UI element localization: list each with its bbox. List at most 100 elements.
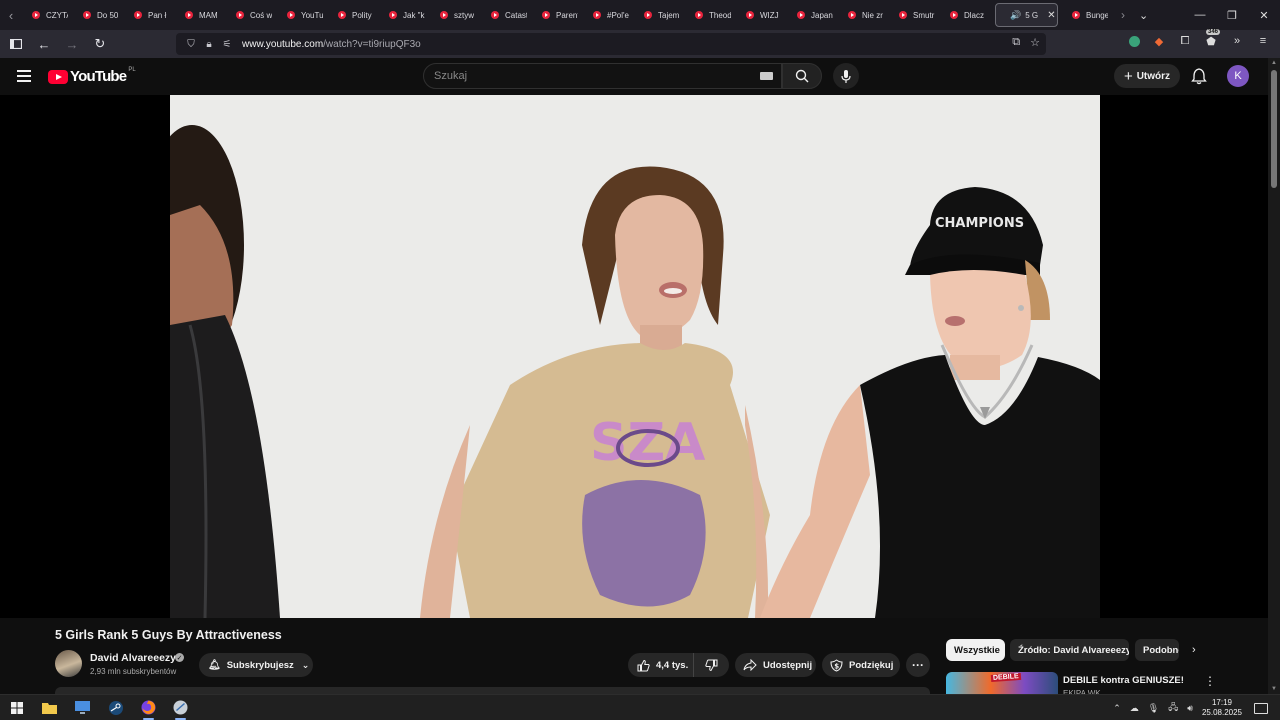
back-icon[interactable]: ← xyxy=(32,32,56,56)
youtube-favicon-icon xyxy=(797,11,805,19)
network-icon[interactable]: 🖧 xyxy=(1168,700,1178,716)
like-button[interactable]: 4,4 tys. xyxy=(628,653,694,677)
browser-tab[interactable]: Theod xyxy=(685,0,736,30)
thanks-button[interactable]: $ Podziękuj xyxy=(822,653,900,677)
extension-globe-icon[interactable] xyxy=(1129,35,1140,47)
browser-tab[interactable]: #Pol'e xyxy=(583,0,634,30)
scrollbar-thumb[interactable] xyxy=(1271,70,1277,188)
browser-tab[interactable]: Nie zr xyxy=(838,0,889,30)
browser-tab[interactable]: Smutr xyxy=(889,0,940,30)
search-button[interactable] xyxy=(782,63,822,89)
recommendation-title[interactable]: DEBILE kontra GENIUSZE! xyxy=(1063,675,1184,686)
browser-tab[interactable]: Coś w xyxy=(226,0,277,30)
share-button[interactable]: Udostępnij xyxy=(735,653,816,677)
extensions-puzzle-icon[interactable]: ⧠ xyxy=(1178,34,1192,48)
dislike-button[interactable] xyxy=(694,659,728,672)
close-tab-icon[interactable]: ✕ xyxy=(1047,10,1055,21)
scroll-up-icon[interactable]: ▲ xyxy=(1271,60,1277,66)
firefox-icon[interactable] xyxy=(140,699,157,720)
channel-name[interactable]: David Alvareeezy xyxy=(90,652,176,664)
notifications-bell-icon[interactable] xyxy=(1190,67,1208,85)
gaming-app-icon[interactable] xyxy=(172,699,189,720)
search-input[interactable]: Szukaj xyxy=(423,63,782,89)
browser-tab[interactable]: Jak "k xyxy=(379,0,430,30)
chip-from-channel[interactable]: Źródło: David Alvareeezy xyxy=(1010,639,1129,661)
windows-start-icon[interactable] xyxy=(8,699,25,716)
browser-tab[interactable]: WIZJ xyxy=(736,0,787,30)
close-window-icon[interactable]: ✕ xyxy=(1248,0,1280,30)
create-button[interactable]: + Utwórz xyxy=(1114,64,1180,88)
plus-icon: + xyxy=(1123,67,1133,85)
picture-in-picture-icon[interactable]: ⧉ xyxy=(1012,36,1020,49)
volume-icon[interactable]: 🔊︎ xyxy=(1187,703,1193,714)
overflow-chevron-icon[interactable]: » xyxy=(1230,34,1244,48)
keyboard-icon[interactable] xyxy=(760,72,773,80)
minimize-icon[interactable]: — xyxy=(1184,0,1216,30)
lock-icon[interactable]: 🔒︎ xyxy=(200,39,218,50)
ublock-icon[interactable]: ⬟ 346 xyxy=(1204,29,1221,48)
tab-scroll-right-icon[interactable]: › xyxy=(1121,8,1125,22)
chip-all[interactable]: Wszystkie xyxy=(946,639,1005,661)
video-player[interactable]: SZA CHAMPIONS xyxy=(0,95,1268,618)
chip-related[interactable]: Podobne xyxy=(1135,639,1179,661)
browser-tab[interactable]: Tajem xyxy=(634,0,685,30)
browser-tab[interactable]: YouTu xyxy=(277,0,328,30)
search-icon xyxy=(795,69,809,83)
clock-date: 25.08.2025 xyxy=(1201,708,1242,717)
tray-overflow-icon[interactable]: ⌃ xyxy=(1113,703,1121,714)
more-actions-button[interactable]: ··· xyxy=(906,653,930,677)
tab-scroll-left-icon[interactable]: ‹ xyxy=(0,0,22,30)
url-path: /watch?v=ti9riupQF3o xyxy=(323,38,421,50)
account-avatar[interactable]: K xyxy=(1227,65,1249,87)
browser-tab[interactable]: Bunge xyxy=(1062,0,1113,30)
speaker-icon[interactable]: 🔊 xyxy=(1010,10,1021,21)
url-text[interactable]: www.youtube.com/watch?v=ti9riupQF3o xyxy=(242,39,421,50)
steam-icon[interactable] xyxy=(107,699,124,716)
verified-check-icon: ✓ xyxy=(175,653,184,662)
sidebar-toggle-icon[interactable] xyxy=(4,32,28,56)
extension-fox-icon[interactable]: ◆ xyxy=(1152,34,1166,48)
browser-tab[interactable]: CZYTA xyxy=(22,0,73,30)
subscribed-button[interactable]: 🔔︎ Subskrybujesz ⌄ xyxy=(199,653,313,677)
app-menu-icon[interactable]: ≡ xyxy=(1256,34,1270,48)
youtube-play-icon xyxy=(48,69,68,84)
browser-tab[interactable]: Pan ł xyxy=(124,0,175,30)
browser-navbar: ← → ↻ ⛉ 🔒︎ ⚟ www.youtube.com/watch?v=ti9… xyxy=(0,29,1280,58)
forward-icon[interactable]: → xyxy=(60,32,84,56)
browser-tab-active[interactable]: 🔊 5 G ✕ xyxy=(995,3,1058,27)
notification-center-icon[interactable] xyxy=(1254,702,1268,714)
browser-tab[interactable]: Catast xyxy=(481,0,532,30)
chips-next-icon[interactable]: › xyxy=(1192,644,1196,656)
scroll-down-icon[interactable]: ▼ xyxy=(1271,686,1277,692)
bookmark-star-icon[interactable]: ☆ xyxy=(1030,36,1040,49)
tracking-shield-icon[interactable]: ⛉ xyxy=(182,39,200,50)
permissions-icon[interactable]: ⚟ xyxy=(218,39,236,50)
onedrive-cloud-icon[interactable]: ☁ xyxy=(1130,703,1139,714)
browser-tab[interactable]: Japan xyxy=(787,0,838,30)
browser-tab[interactable]: Polity xyxy=(328,0,379,30)
url-bar[interactable]: ⛉ 🔒︎ ⚟ www.youtube.com/watch?v=ti9riupQF… xyxy=(176,33,1046,55)
page-scrollbar[interactable]: ▲ ▼ xyxy=(1268,58,1280,694)
browser-tab[interactable]: Dlacz xyxy=(940,0,991,30)
reload-icon[interactable]: ↻ xyxy=(88,32,112,56)
video-frame[interactable]: SZA CHAMPIONS xyxy=(170,95,1100,618)
youtube-logo[interactable]: YouTube PL xyxy=(48,67,136,85)
description-box[interactable] xyxy=(55,687,930,694)
guide-menu-icon[interactable] xyxy=(17,70,31,82)
thumbnail-text: DEBILE xyxy=(990,672,1021,683)
list-all-tabs-icon[interactable]: ⌄ xyxy=(1139,9,1148,22)
clock[interactable]: 17:19 25.08.2025 xyxy=(1202,698,1242,718)
voice-search-button[interactable] xyxy=(833,63,859,89)
recommendation-thumbnail[interactable]: DEBILE xyxy=(946,672,1058,694)
restore-icon[interactable]: ❐ xyxy=(1216,0,1248,30)
recommendation-menu-icon[interactable]: ⋮ xyxy=(1204,674,1216,688)
microphone-tray-icon[interactable]: 🎙︎ xyxy=(1148,703,1159,714)
channel-avatar[interactable] xyxy=(55,650,82,677)
thanks-label: Podziękuj xyxy=(849,659,894,671)
browser-tab[interactable]: Do 50 xyxy=(73,0,124,30)
file-explorer-icon[interactable] xyxy=(41,699,58,716)
browser-tab[interactable]: MAM xyxy=(175,0,226,30)
browser-tab[interactable]: Parent xyxy=(532,0,583,30)
browser-tab[interactable]: sztyw xyxy=(430,0,481,30)
remote-desktop-icon[interactable] xyxy=(74,699,91,716)
